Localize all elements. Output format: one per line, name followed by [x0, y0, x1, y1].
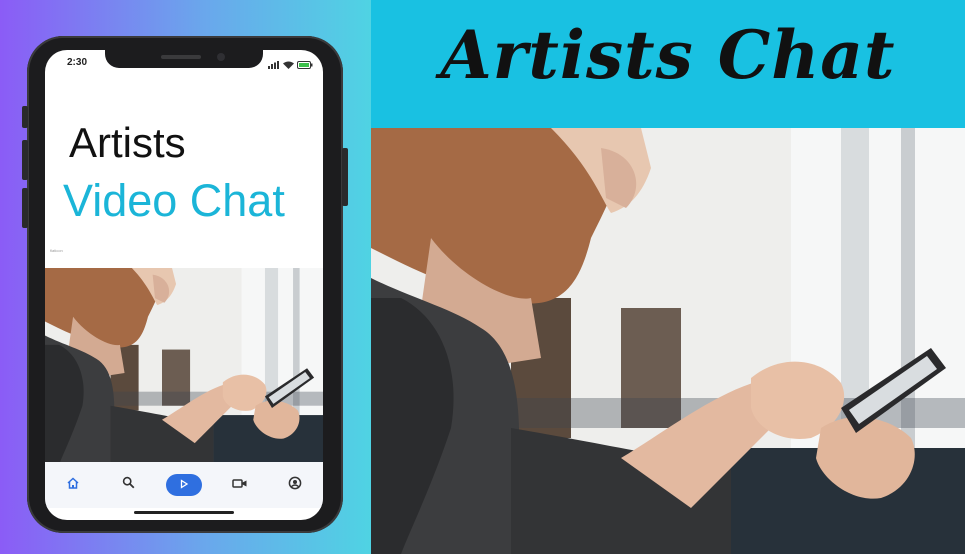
- status-icons: [268, 56, 313, 74]
- nav-play[interactable]: [165, 474, 202, 496]
- title-banner: Artists Chat: [371, 0, 965, 128]
- speaker-grill: [161, 55, 201, 59]
- image-caption: flaticon: [50, 248, 63, 253]
- app-title-line2: Video Chat: [63, 175, 285, 226]
- phone-side-button: [22, 106, 28, 128]
- nav-video[interactable]: [222, 471, 258, 499]
- phone-screen: 2:30 Artists Video Chat flaticon: [45, 50, 323, 520]
- search-icon: [122, 476, 135, 494]
- play-icon: [179, 476, 189, 494]
- hero-photo: [371, 128, 965, 554]
- battery-icon: [297, 56, 313, 74]
- status-time: 2:30: [67, 57, 88, 68]
- front-camera: [217, 53, 225, 61]
- home-icon: [66, 476, 80, 495]
- phone-volume-up-button: [22, 140, 28, 180]
- home-indicator: [134, 511, 234, 514]
- profile-icon: [288, 476, 302, 495]
- phone-volume-down-button: [22, 188, 28, 228]
- nav-search[interactable]: [110, 471, 146, 499]
- bottom-navigation: [45, 462, 323, 508]
- promo-panel: Artists Chat: [371, 0, 965, 554]
- app-hero-image: [45, 268, 323, 462]
- wifi-icon: [283, 56, 294, 74]
- signal-icon: [268, 56, 280, 74]
- gradient-backdrop: 2:30 Artists Video Chat flaticon: [0, 0, 371, 554]
- phone-notch: [105, 50, 263, 68]
- phone-power-button: [342, 148, 348, 206]
- banner-title: Artists Chat: [440, 16, 896, 94]
- app-title-line1: Artists: [69, 119, 186, 166]
- video-camera-icon: [231, 476, 248, 494]
- nav-profile[interactable]: [277, 471, 313, 499]
- phone-mockup: 2:30 Artists Video Chat flaticon: [22, 36, 348, 533]
- nav-home[interactable]: [55, 471, 91, 499]
